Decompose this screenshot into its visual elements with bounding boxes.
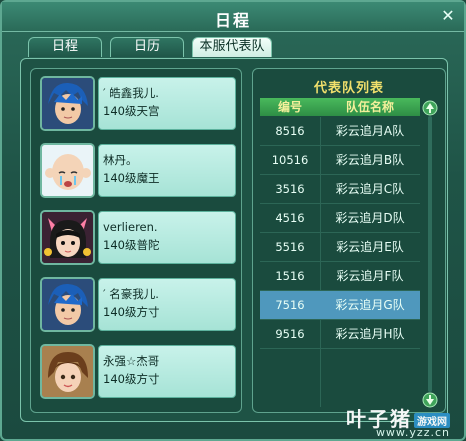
tab-schedule[interactable]: 日程 [28,37,102,57]
member-info: ′ 皓鑫我儿. 140级天宫 [98,77,236,130]
close-icon: ✕ [441,6,455,25]
avatar [40,344,95,399]
team-id: 5516 [275,240,305,254]
avatar [40,210,95,265]
member-card[interactable]: 林丹。 140级魔王 [40,143,236,198]
member-card[interactable]: 永强☆杰哥 140级方寸 [40,344,236,399]
member-info: ′ 名豪我儿. 140级方寸 [98,278,236,331]
team-name: 彩云追月D队 [335,211,405,225]
team-id: 8516 [275,124,305,138]
team-name: 彩云追月H队 [335,327,405,341]
team-name: 彩云追月B队 [335,153,405,167]
table-row[interactable]: 9516 彩云追月H队 [260,320,420,349]
tab-calendar[interactable]: 日历 [110,37,184,57]
team-name: 彩云追月A队 [335,124,405,138]
avatar [40,143,95,198]
member-info: 林丹。 140级魔王 [98,144,236,197]
member-level-class: 140级普陀 [103,238,160,252]
member-info: 永强☆杰哥 140级方寸 [98,345,236,398]
column-header-name: 队伍名称 [345,100,394,114]
table-row[interactable]: 3516 彩云追月C队 [260,175,420,204]
table-row-selected[interactable]: 7516 彩云追月G队 [260,291,420,320]
team-id: 10516 [271,153,309,167]
table-row[interactable]: 8516 彩云追月A队 [260,117,420,146]
member-name: verlieren. [103,220,158,234]
member-list: ′ 皓鑫我儿. 140级天宫 林丹。 140级魔王 verlieren. 140… [30,68,242,413]
member-level-class: 140级天宫 [103,104,160,118]
team-id: 3516 [275,182,305,196]
member-card[interactable]: verlieren. 140级普陀 [40,210,236,265]
column-header-id: 编号 [277,100,302,114]
team-name: 彩云追月G队 [335,298,405,312]
member-name: ′ 名豪我儿. [103,287,159,301]
team-list-header: 编号 队伍名称 [260,98,420,116]
team-id: 9516 [275,327,305,341]
member-card[interactable]: ′ 名豪我儿. 140级方寸 [40,277,236,332]
team-list-panel: 代表队列表 编号 队伍名称 8516 彩云追月A队 10516 彩云追月B队 3… [252,68,446,413]
member-level-class: 140级方寸 [103,305,160,319]
member-level-class: 140级方寸 [103,372,160,386]
window-title: 日程 [214,11,251,30]
table-row[interactable]: 1516 彩云追月F队 [260,262,420,291]
member-info: verlieren. 140级普陀 [98,211,236,264]
member-level-class: 140级魔王 [103,171,160,185]
team-id: 4516 [275,211,305,225]
tab-server-team[interactable]: 本服代表队 [192,37,272,57]
table-row[interactable]: 4516 彩云追月D队 [260,204,420,233]
title-bar[interactable]: 日程 ✕ [2,2,464,32]
team-list-title: 代表队列表 [313,81,384,96]
table-row[interactable]: 10516 彩云追月B队 [260,146,420,175]
avatar [40,76,95,131]
team-name: 彩云追月C队 [335,182,405,196]
scroll-track[interactable] [428,116,432,392]
avatar [40,277,95,332]
team-id: 7516 [275,298,305,312]
scroll-up-button[interactable] [422,100,438,116]
member-name: 永强☆杰哥 [103,354,160,368]
member-name: ′ 皓鑫我儿. [103,86,159,100]
scroll-up-arrow-icon [422,100,438,116]
schedule-window: 日程 ✕ 日程 日历 本服代表队 ′ 皓鑫我儿. 140级天宫 林丹。 140级… [0,0,466,441]
team-list-scrollbar[interactable] [422,100,438,408]
team-name: 彩云追月E队 [336,240,404,254]
close-button[interactable]: ✕ [440,8,456,24]
table-row[interactable]: 5516 彩云追月E队 [260,233,420,262]
member-name: 林丹。 [103,153,138,167]
team-list-body: 8516 彩云追月A队 10516 彩云追月B队 3516 彩云追月C队 451… [260,117,420,407]
team-name: 彩云追月F队 [336,269,404,283]
watermark-url: www.yzz.cn [375,426,450,439]
member-card[interactable]: ′ 皓鑫我儿. 140级天宫 [40,76,236,131]
team-id: 1516 [275,269,305,283]
